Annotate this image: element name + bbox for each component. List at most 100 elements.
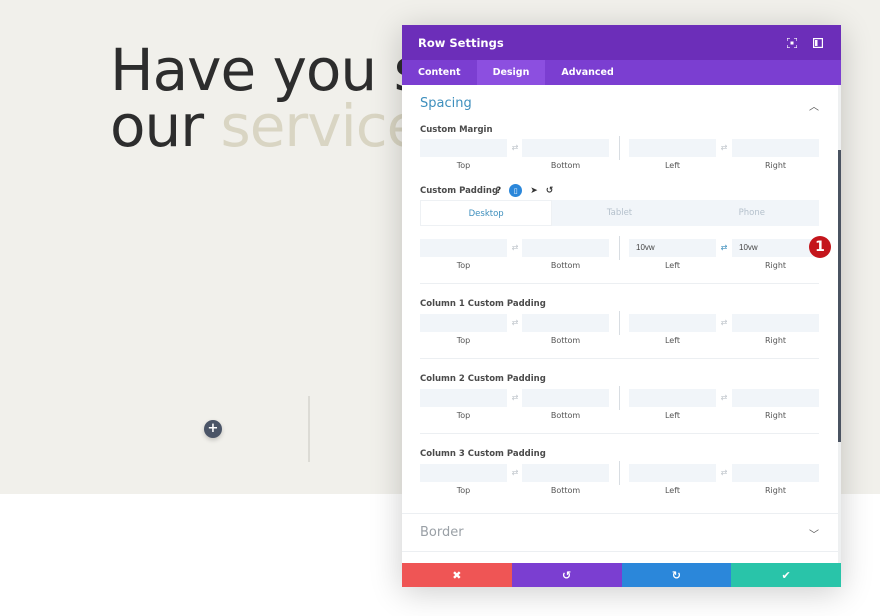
column1-padding-fields: ⇄ ⇄ Top Bottom Left Right bbox=[420, 311, 819, 354]
responsive-icon[interactable]: ▯ bbox=[509, 184, 523, 197]
link-icon[interactable]: ⇄ bbox=[717, 316, 731, 330]
col1-bottom-input[interactable] bbox=[522, 314, 609, 332]
column2-padding-label: Column 2 Custom Padding bbox=[420, 374, 546, 384]
tab-content[interactable]: Content bbox=[402, 60, 477, 85]
top-label: Top bbox=[456, 161, 471, 170]
modal-footer: ✖ ↺ ↻ ✔ bbox=[402, 563, 841, 587]
col2-left-input[interactable] bbox=[629, 389, 716, 407]
spacing-section-title[interactable]: Spacing bbox=[420, 96, 472, 111]
device-tab-phone[interactable]: Phone bbox=[687, 200, 817, 226]
col3-right-input[interactable] bbox=[732, 464, 819, 482]
custom-margin-fields: ⇄ ⇄ Top Bottom Left Right bbox=[420, 136, 819, 179]
margin-bottom-input[interactable] bbox=[522, 139, 609, 157]
custom-padding-label: Custom Padding bbox=[420, 186, 499, 196]
col3-top-input[interactable] bbox=[420, 464, 507, 482]
margin-left-input[interactable] bbox=[629, 139, 716, 157]
device-tab-desktop[interactable]: Desktop bbox=[420, 200, 553, 226]
top-label: Top bbox=[456, 411, 471, 420]
modal-tabs: Content Design Advanced bbox=[402, 60, 841, 85]
custom-margin-label: Custom Margin bbox=[420, 125, 493, 135]
link-active-icon[interactable]: ⇄ bbox=[717, 241, 731, 255]
chevron-down-icon[interactable]: ﹀ bbox=[809, 526, 819, 541]
link-icon[interactable]: ⇄ bbox=[717, 466, 731, 480]
margin-right-input[interactable] bbox=[732, 139, 819, 157]
reset-icon[interactable]: ↺ bbox=[546, 186, 554, 196]
divider bbox=[420, 283, 819, 284]
col2-top-input[interactable] bbox=[420, 389, 507, 407]
modal-body: Spacing ︿ Custom Margin ⇄ ⇄ Top Bottom L… bbox=[402, 85, 841, 563]
padding-bottom-input[interactable] bbox=[522, 239, 609, 257]
col3-left-input[interactable] bbox=[629, 464, 716, 482]
left-label: Left bbox=[664, 261, 681, 270]
link-icon[interactable]: ⇄ bbox=[508, 241, 522, 255]
margin-top-input[interactable] bbox=[420, 139, 507, 157]
divider bbox=[420, 358, 819, 359]
custom-padding-fields: ⇄ ⇄ Top Bottom Left Right bbox=[420, 236, 819, 279]
left-label: Left bbox=[664, 336, 681, 345]
help-icon[interactable]: ? bbox=[496, 186, 501, 196]
padding-top-input[interactable] bbox=[420, 239, 507, 257]
scrollbar-thumb[interactable] bbox=[838, 150, 841, 442]
hero-headline: Have you s our service bbox=[110, 36, 424, 155]
border-section-title[interactable]: Border bbox=[420, 525, 464, 540]
link-icon[interactable]: ⇄ bbox=[508, 316, 522, 330]
col1-left-input[interactable] bbox=[629, 314, 716, 332]
column3-padding-label: Column 3 Custom Padding bbox=[420, 449, 546, 459]
link-icon[interactable]: ⇄ bbox=[717, 141, 731, 155]
right-label: Right bbox=[764, 486, 787, 495]
hover-cursor-icon[interactable]: ➤ bbox=[530, 186, 538, 196]
top-label: Top bbox=[456, 486, 471, 495]
col2-right-input[interactable] bbox=[732, 389, 819, 407]
left-label: Left bbox=[664, 486, 681, 495]
link-icon[interactable]: ⇄ bbox=[508, 466, 522, 480]
headline-dark-text: our bbox=[110, 92, 221, 160]
bottom-label: Bottom bbox=[550, 336, 581, 345]
top-label: Top bbox=[456, 261, 471, 270]
right-label: Right bbox=[764, 161, 787, 170]
bottom-label: Bottom bbox=[550, 261, 581, 270]
bottom-label: Bottom bbox=[550, 161, 581, 170]
left-label: Left bbox=[664, 161, 681, 170]
headline-line-2: our service bbox=[110, 97, 423, 155]
column-divider bbox=[308, 396, 310, 462]
tab-advanced[interactable]: Advanced bbox=[545, 60, 629, 85]
bottom-label: Bottom bbox=[550, 411, 581, 420]
right-label: Right bbox=[764, 336, 787, 345]
link-icon[interactable]: ⇄ bbox=[508, 391, 522, 405]
expand-icon[interactable] bbox=[785, 36, 799, 50]
divider bbox=[402, 513, 841, 514]
col3-bottom-input[interactable] bbox=[522, 464, 609, 482]
col1-right-input[interactable] bbox=[732, 314, 819, 332]
col1-top-input[interactable] bbox=[420, 314, 507, 332]
link-icon[interactable]: ⇄ bbox=[508, 141, 522, 155]
divider bbox=[619, 311, 620, 335]
top-label: Top bbox=[456, 336, 471, 345]
redo-button[interactable]: ↻ bbox=[621, 563, 732, 587]
device-tab-tablet[interactable]: Tablet bbox=[554, 200, 684, 226]
custom-padding-tools: ? ▯ ➤ ↺ bbox=[496, 184, 553, 197]
undo-button[interactable]: ↺ bbox=[511, 563, 622, 587]
divider bbox=[402, 551, 841, 552]
save-button[interactable]: ✔ bbox=[731, 563, 841, 587]
headline-line-1: Have you s bbox=[110, 36, 424, 104]
modal-title: Row Settings bbox=[418, 35, 504, 50]
column3-padding-fields: ⇄ ⇄ Top Bottom Left Right bbox=[420, 461, 819, 504]
row-settings-modal: Row Settings Content Design Advanced Spa… bbox=[402, 25, 841, 587]
padding-right-input[interactable] bbox=[732, 239, 819, 257]
chevron-up-icon[interactable]: ︿ bbox=[809, 98, 819, 113]
right-label: Right bbox=[764, 261, 787, 270]
headline-accent-text: service bbox=[220, 92, 423, 160]
tab-design[interactable]: Design bbox=[476, 60, 546, 85]
link-icon[interactable]: ⇄ bbox=[717, 391, 731, 405]
cancel-button[interactable]: ✖ bbox=[402, 563, 512, 587]
sidebar-toggle-icon[interactable] bbox=[811, 36, 825, 50]
column2-padding-fields: ⇄ ⇄ Top Bottom Left Right bbox=[420, 386, 819, 429]
col2-bottom-input[interactable] bbox=[522, 389, 609, 407]
add-module-button[interactable]: + bbox=[204, 420, 222, 438]
right-label: Right bbox=[764, 411, 787, 420]
modal-header: Row Settings bbox=[402, 25, 841, 60]
divider bbox=[420, 433, 819, 434]
page: Have you s our service + Row Settings Co… bbox=[0, 0, 880, 616]
padding-left-input[interactable] bbox=[629, 239, 716, 257]
step-badge: 1 bbox=[809, 236, 831, 258]
